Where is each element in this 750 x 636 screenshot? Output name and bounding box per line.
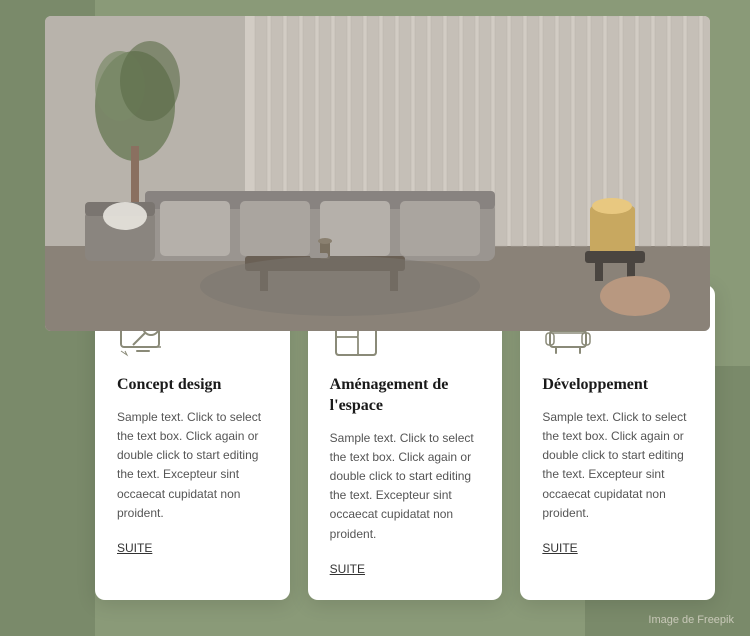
card-concept-design-link[interactable]: SUITE [117, 541, 152, 555]
card-developpement-body: Sample text. Click to select the text bo… [542, 408, 693, 523]
card-amenagement-title: Aménagement de l'espace [330, 375, 481, 417]
card-developpement-title: Développement [542, 375, 693, 396]
card-concept-design-body: Sample text. Click to select the text bo… [117, 408, 268, 523]
card-concept-design: Concept design Sample text. Click to sel… [95, 285, 290, 600]
card-developpement-link[interactable]: SUITE [542, 541, 577, 555]
hero-image [45, 16, 710, 331]
card-amenagement: Aménagement de l'espace Sample text. Cli… [308, 285, 503, 600]
freepik-credit: Image de Freepik [648, 614, 734, 626]
card-amenagement-link[interactable]: SUITE [330, 562, 365, 576]
card-concept-design-title: Concept design [117, 375, 268, 396]
hero-svg [45, 16, 710, 331]
card-developpement: Développement Sample text. Click to sele… [520, 285, 715, 600]
page-wrapper: Concept design Sample text. Click to sel… [0, 0, 750, 636]
cards-row: Concept design Sample text. Click to sel… [95, 285, 715, 600]
card-amenagement-body: Sample text. Click to select the text bo… [330, 429, 481, 544]
